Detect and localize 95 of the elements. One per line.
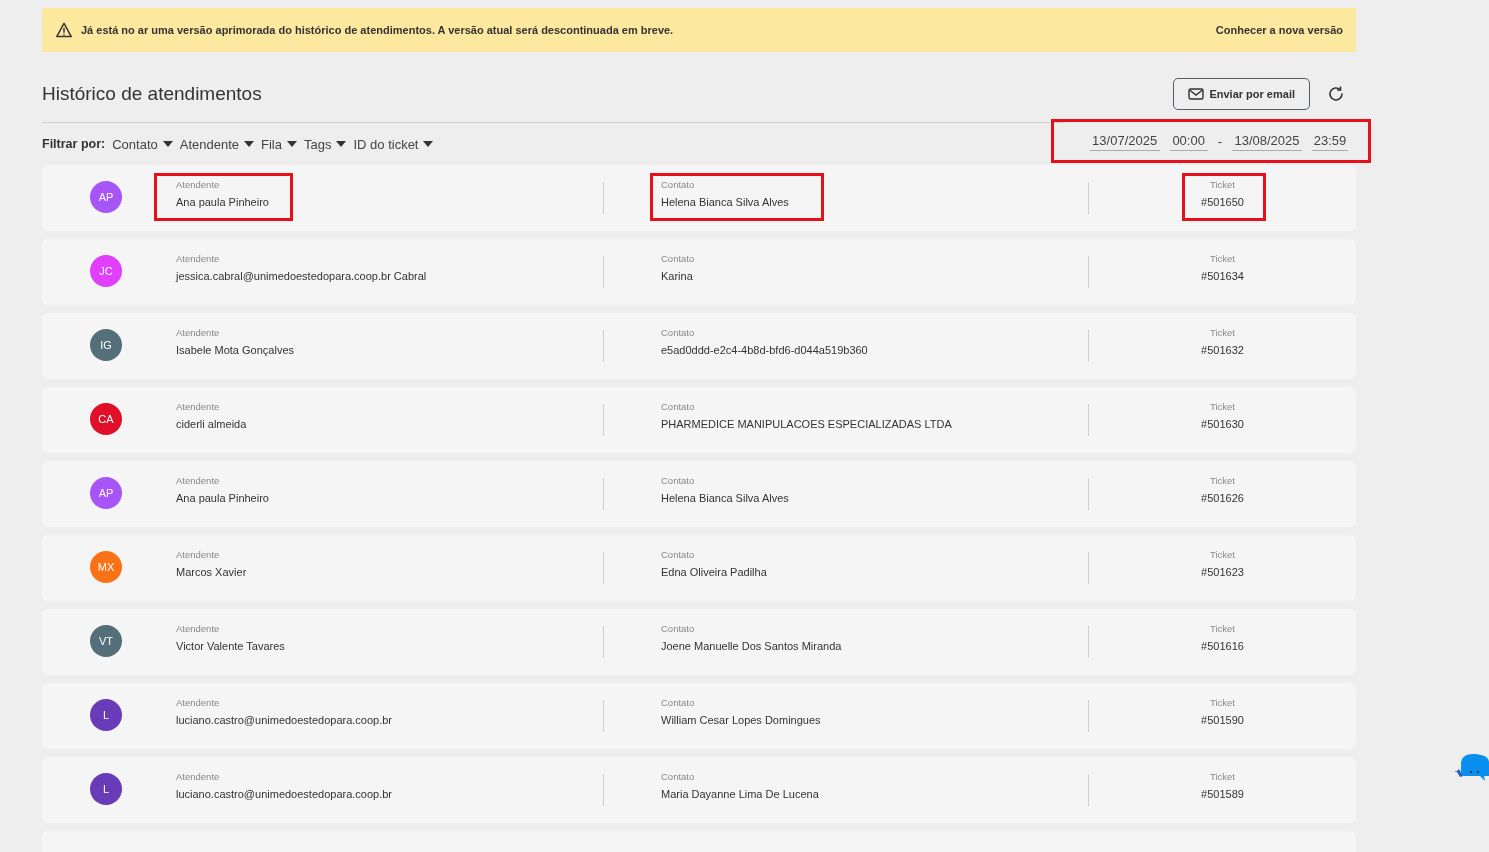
contact-name: William Cesar Lopes Domingues: [661, 714, 821, 726]
ticket-number: #501589: [1201, 788, 1244, 800]
caret-icon: [162, 141, 173, 147]
history-card[interactable]: VT Atendente Victor Valente Tavares Contato Joene Manuelle Dos Santos Miranda Ticket #501616: [42, 609, 1356, 675]
contact-name: Helena Bianca Silva Alves: [661, 196, 789, 208]
filter-dropdown[interactable]: Atendente: [179, 136, 255, 152]
field-label: Atendente: [176, 771, 220, 782]
field-label: Contato: [661, 401, 695, 412]
field-label: Atendente: [176, 549, 220, 560]
agent-name: Isabele Mota Gonçalves: [176, 344, 294, 356]
field-label: Ticket: [1210, 327, 1235, 338]
avatar: AP: [90, 181, 122, 213]
page-title: Histórico de atendimentos: [42, 83, 263, 105]
refresh-icon: [1327, 85, 1345, 103]
history-card[interactable]: L Atendente luciano.castro@unimedoestedopara.coop.br Contato Maria Dayanne Lima De Lucena Ticket #501589: [42, 757, 1356, 823]
agent-name: jessica.cabral@unimedoestedopara.coop.br Cabral: [176, 270, 427, 282]
field-label: Contato: [661, 475, 695, 486]
history-card[interactable]: AP Atendente Ana paula Pinheiro Contato Helena Bianca Silva Alves Ticket #501626: [42, 461, 1356, 527]
start-date-field[interactable]: 13/07/2025: [1089, 131, 1160, 151]
field-label: Ticket: [1210, 475, 1235, 486]
agent-name: Ana paula Pinheiro: [176, 196, 269, 208]
caret-icon: [336, 141, 347, 147]
filter-dropdown[interactable]: Fila: [261, 136, 297, 152]
avatar: AP: [90, 477, 122, 509]
avatar: L: [90, 773, 122, 805]
history-card[interactable]: JC Atendente jessica.cabral@unimedoestedopara.coop.br Cabral Contato Karina Ticket #501634: [42, 239, 1356, 305]
field-label: Contato: [661, 697, 695, 708]
contact-name: Joene Manuelle Dos Santos Miranda: [661, 640, 842, 652]
field-label: Atendente: [176, 475, 220, 486]
ticket-number: #501634: [1201, 270, 1244, 282]
avatar: JC: [90, 255, 122, 287]
range-separator: -: [1217, 133, 1222, 149]
filter-dropdown[interactable]: Tags: [304, 136, 347, 152]
field-label: Atendente: [176, 623, 220, 634]
ticket-number: #501590: [1201, 714, 1244, 726]
contact-name: Edna Oliveira Padilha: [661, 566, 767, 578]
field-label: Contato: [661, 327, 695, 338]
field-label: Contato: [661, 549, 695, 560]
field-label: Ticket: [1210, 623, 1235, 634]
field-label: Atendente: [176, 401, 220, 412]
avatar: IG: [90, 329, 122, 361]
caret-icon: [287, 141, 297, 147]
agent-name: ciderli almeida: [176, 418, 247, 430]
ticket-number: #501616: [1201, 640, 1244, 652]
ticket-number: #501623: [1201, 566, 1244, 578]
filter-dropdown[interactable]: ID do ticket: [353, 136, 434, 152]
start-time-field[interactable]: 00:00: [1169, 131, 1208, 151]
filter-label: Filtrar por:: [42, 137, 106, 151]
history-card[interactable]: AP Atendente Ana paula Pinheiro Contato Helena Bianca Silva Alves Ticket #501650: [42, 165, 1356, 231]
field-label: Contato: [661, 623, 695, 634]
field-label: Contato: [661, 771, 695, 782]
contact-name: PHARMEDICE MANIPULACOES ESPECIALIZADAS LTDA: [661, 418, 952, 430]
caret-icon: [244, 141, 255, 147]
history-card[interactable]: CA Atendente ciderli almeida Contato PHARMEDICE MANIPULACOES ESPECIALIZADAS LTDA Ticket #501630: [42, 387, 1356, 453]
ticket-number: #501626: [1201, 492, 1244, 504]
contact-name: Karina: [661, 270, 693, 282]
agent-name: luciano.castro@unimedoestedopara.coop.br: [176, 714, 393, 726]
avatar: VT: [90, 625, 122, 657]
mail-icon: [1188, 88, 1205, 100]
field-label: Contato: [661, 253, 695, 264]
filter-dropdown[interactable]: Contato: [112, 136, 173, 152]
contact-name: Maria Dayanne Lima De Lucena: [661, 788, 819, 800]
field-label: Atendente: [176, 697, 220, 708]
field-label: Ticket: [1210, 697, 1235, 708]
avatar: CA: [90, 403, 122, 435]
field-label: Ticket: [1210, 179, 1235, 190]
field-label: Ticket: [1210, 549, 1235, 560]
history-card[interactable]: MX Atendente Marcos Xavier Contato Edna Oliveira Padilha Ticket #501623: [42, 535, 1356, 601]
agent-name: Victor Valente Tavares: [176, 640, 285, 652]
field-label: Atendente: [176, 327, 220, 338]
ticket-number: #501632: [1201, 344, 1244, 356]
field-label: Atendente: [176, 179, 220, 190]
ticket-number: #501630: [1201, 418, 1244, 430]
end-time-field[interactable]: 23:59: [1312, 131, 1348, 151]
field-label: Ticket: [1210, 771, 1235, 782]
end-date-field[interactable]: 13/08/2025: [1232, 131, 1302, 151]
email-button[interactable]: Enviar por email: [1173, 78, 1310, 110]
field-label: Ticket: [1210, 253, 1235, 264]
notice-text: Já está no ar uma versão aprimorada do histórico de atendimentos. A versão atual será descontinuada em breve.: [81, 24, 675, 36]
field-label: Contato: [661, 179, 695, 190]
warning-icon: [55, 22, 73, 38]
agent-name: Marcos Xavier: [176, 566, 247, 578]
agent-name: luciano.castro@unimedoestedopara.coop.br: [176, 788, 393, 800]
caret-icon: [423, 141, 434, 147]
avatar: L: [90, 699, 122, 731]
history-card[interactable]: L Atendente luciano.castro@unimedoestedopara.coop.br Contato William Cesar Lopes Domingues Ticket #501590: [42, 683, 1356, 749]
agent-name: Ana paula Pinheiro: [176, 492, 269, 504]
contact-name: e5ad0ddd-e2c4-4b8d-bfd6-d044a519b360: [661, 344, 868, 356]
avatar: MX: [90, 551, 122, 583]
ticket-number: #501650: [1201, 196, 1244, 208]
field-label: Ticket: [1210, 401, 1235, 412]
field-label: Atendente: [176, 253, 220, 264]
history-card[interactable]: IG Atendente Isabele Mota Gonçalves Contato e5ad0ddd-e2c4-4b8d-bfd6-d044a519b360 Ticket #501632: [42, 313, 1356, 379]
new-version-link[interactable]: Conhecer a nova versão: [1215, 24, 1343, 36]
contact-name: Helena Bianca Silva Alves: [661, 492, 789, 504]
